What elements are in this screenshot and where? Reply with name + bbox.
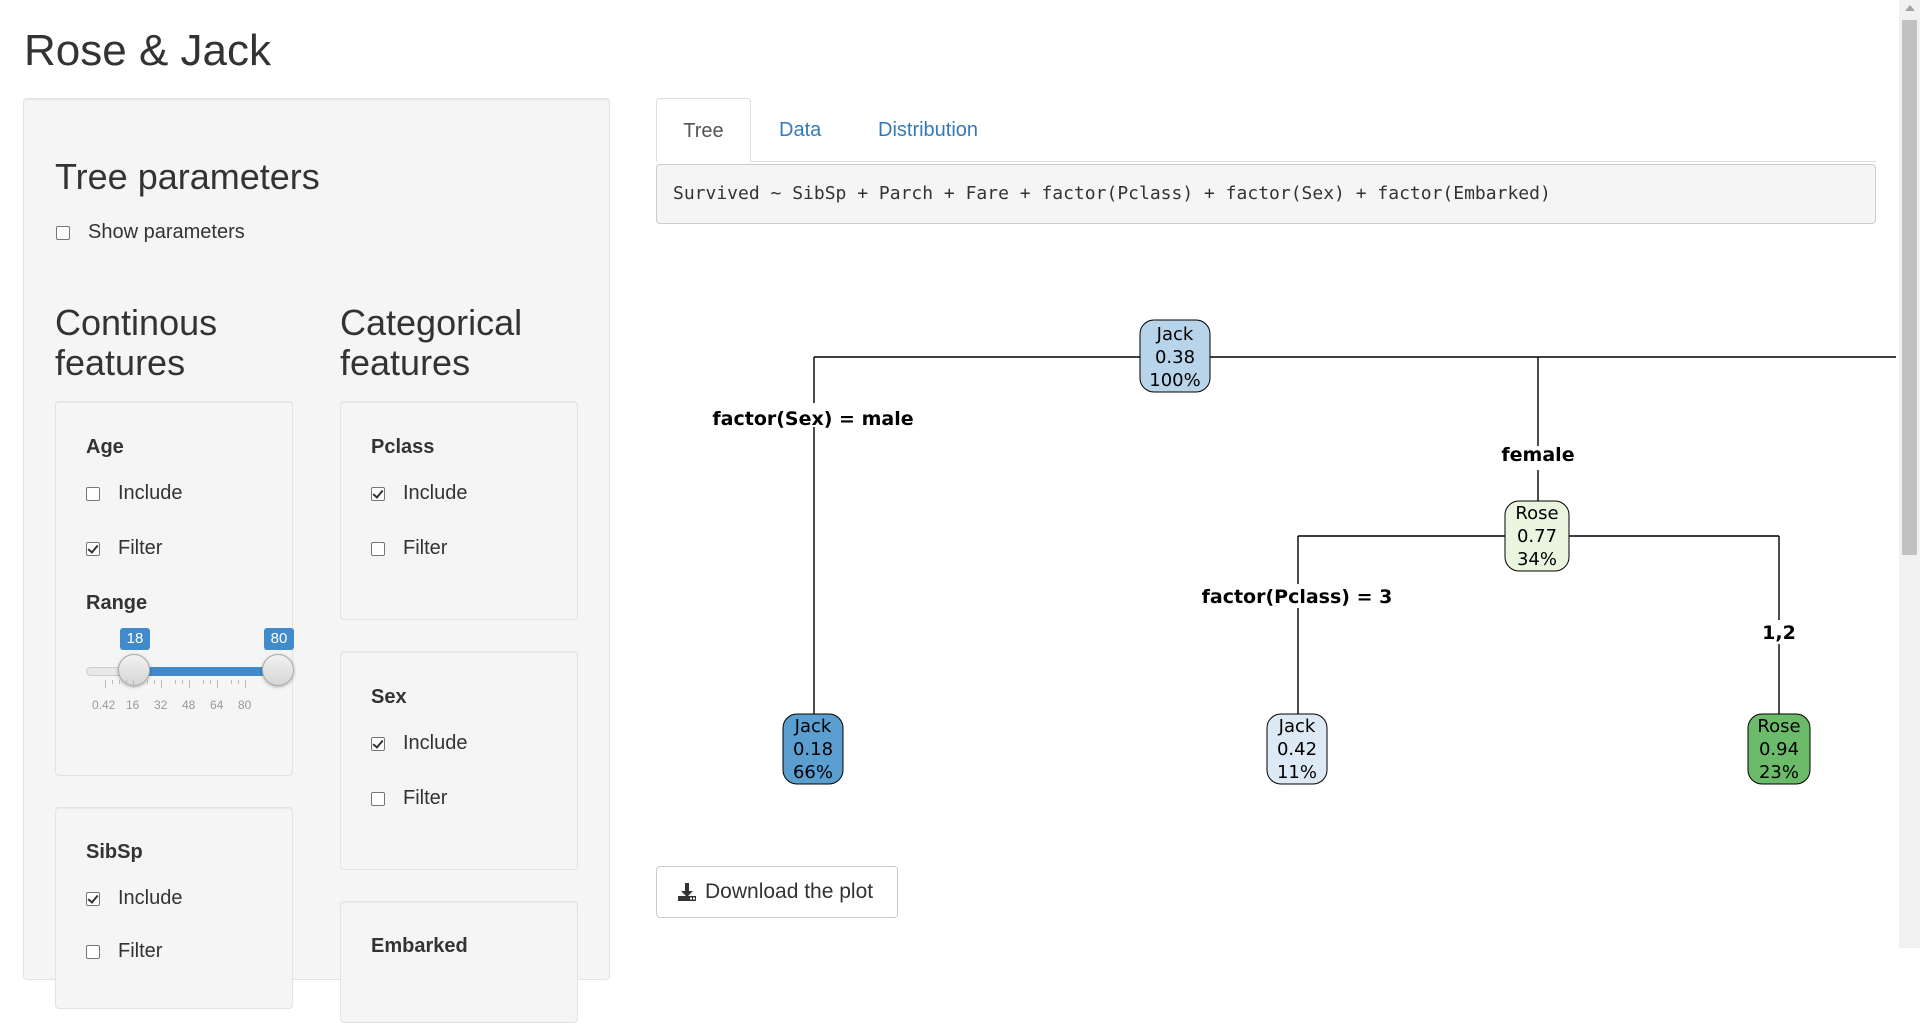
- split-label-pclass-right: 1,2: [1762, 622, 1796, 644]
- grid-label: 32: [154, 698, 168, 712]
- sex-include-checkbox[interactable]: Include: [371, 732, 468, 755]
- range-min-value: 18: [120, 628, 150, 650]
- show-parameters-label: Show parameters: [88, 221, 245, 243]
- checkbox-box[interactable]: [371, 736, 385, 751]
- continuous-features-heading: Continous features: [55, 302, 218, 383]
- tree-parameters-heading: Tree parameters: [55, 156, 320, 197]
- split-label-pclass-left: factor(Pclass) = 3: [1202, 586, 1393, 608]
- pclass-include-checkbox[interactable]: Include: [371, 482, 468, 505]
- tab-data[interactable]: Data: [779, 98, 821, 162]
- download-plot-button[interactable]: Download the plot: [656, 866, 898, 918]
- age-filter-label: Filter: [118, 537, 163, 559]
- sibsp-label: SibSp: [86, 841, 143, 863]
- checkbox-box[interactable]: [86, 891, 100, 906]
- split-label-sex-left: factor(Sex) = male: [712, 408, 913, 430]
- tabs-underline: [656, 161, 1876, 162]
- node-value: 0.94: [1759, 739, 1799, 760]
- sibsp-filter-checkbox[interactable]: Filter: [86, 940, 162, 963]
- node-class: Jack: [1156, 324, 1194, 345]
- pclass-include-label: Include: [403, 482, 468, 504]
- decision-tree-plot: Jack 0.38 100% Rose 0.77 34% Jack 0.18 6…: [712, 319, 1896, 785]
- node-class: Rose: [1515, 503, 1558, 524]
- node-percent: 23%: [1759, 762, 1799, 783]
- download-plot-label: Download the plot: [705, 880, 874, 903]
- node-class: Jack: [794, 716, 832, 737]
- age-range-label: Range: [86, 592, 148, 614]
- categorical-features-heading: Categorical features: [340, 302, 523, 383]
- age-include-checkbox[interactable]: Include: [86, 482, 183, 505]
- sibsp-include-checkbox[interactable]: Include: [86, 887, 183, 910]
- grid-label: 48: [182, 698, 196, 712]
- embarked-label: Embarked: [371, 935, 468, 957]
- sex-label: Sex: [371, 686, 407, 708]
- tree-node-root: Jack 0.38 100%: [1139, 319, 1211, 393]
- range-max-handle[interactable]: [262, 654, 294, 686]
- range-max-value: 80: [264, 628, 294, 650]
- node-value: 0.77: [1517, 526, 1557, 547]
- grid-label: 80: [238, 698, 252, 712]
- pclass-filter-checkbox[interactable]: Filter: [371, 537, 447, 560]
- sex-include-label: Include: [403, 732, 468, 754]
- range-min-handle[interactable]: [118, 654, 150, 686]
- split-label-sex-right: female: [1501, 444, 1574, 466]
- sibsp-filter-label: Filter: [118, 940, 163, 962]
- node-percent: 11%: [1277, 762, 1317, 783]
- checkbox-box[interactable]: [86, 944, 100, 959]
- grid-label: 0.42: [92, 698, 116, 712]
- tree-leaf-jack-mid: Jack 0.42 11%: [1266, 713, 1328, 785]
- age-label: Age: [86, 436, 124, 458]
- node-class: Rose: [1757, 716, 1800, 737]
- node-class: Jack: [1278, 716, 1316, 737]
- tab-tree[interactable]: Tree: [656, 98, 751, 162]
- formula-box: Survived ~ SibSp + Parch + Fare + factor…: [656, 164, 1876, 224]
- app-title: Rose & Jack: [24, 26, 271, 75]
- node-value: 0.38: [1155, 347, 1195, 368]
- age-include-label: Include: [118, 482, 183, 504]
- age-filter-checkbox[interactable]: Filter: [86, 537, 162, 560]
- tree-leaf-jack-left: Jack 0.18 66%: [782, 713, 844, 785]
- sex-well: [340, 651, 578, 870]
- embarked-well: [340, 901, 578, 1023]
- pclass-filter-label: Filter: [403, 537, 448, 559]
- show-parameters-checkbox[interactable]: Show parameters: [56, 221, 245, 244]
- pclass-well: [340, 401, 578, 620]
- sex-filter-label: Filter: [403, 787, 448, 809]
- grid-label: 16: [126, 698, 140, 712]
- node-value: 0.42: [1277, 739, 1317, 760]
- tree-leaf-rose-right: Rose 0.94 23%: [1747, 713, 1811, 785]
- node-value: 0.18: [793, 739, 833, 760]
- checkbox-box[interactable]: [86, 541, 100, 556]
- scroll-up-icon[interactable]: [1905, 5, 1915, 11]
- checkbox-box[interactable]: [371, 486, 385, 501]
- node-percent: 34%: [1517, 549, 1557, 570]
- checkbox-box[interactable]: [371, 541, 385, 556]
- checkbox-box[interactable]: [371, 791, 385, 806]
- grid-label: 64: [210, 698, 224, 712]
- sex-filter-checkbox[interactable]: Filter: [371, 787, 447, 810]
- tree-edges: [813, 356, 1896, 716]
- sibsp-include-label: Include: [118, 887, 183, 909]
- scroll-thumb[interactable]: [1902, 20, 1917, 555]
- checkbox-box[interactable]: [86, 486, 100, 501]
- pclass-label: Pclass: [371, 436, 435, 458]
- checkbox-box[interactable]: [56, 225, 70, 240]
- slider-fill: [134, 667, 278, 676]
- node-percent: 66%: [793, 762, 833, 783]
- tree-node-rose-mid: Rose 0.77 34%: [1504, 500, 1570, 572]
- node-percent: 100%: [1149, 370, 1200, 391]
- tab-distribution[interactable]: Distribution: [878, 98, 978, 162]
- download-icon: [678, 883, 696, 901]
